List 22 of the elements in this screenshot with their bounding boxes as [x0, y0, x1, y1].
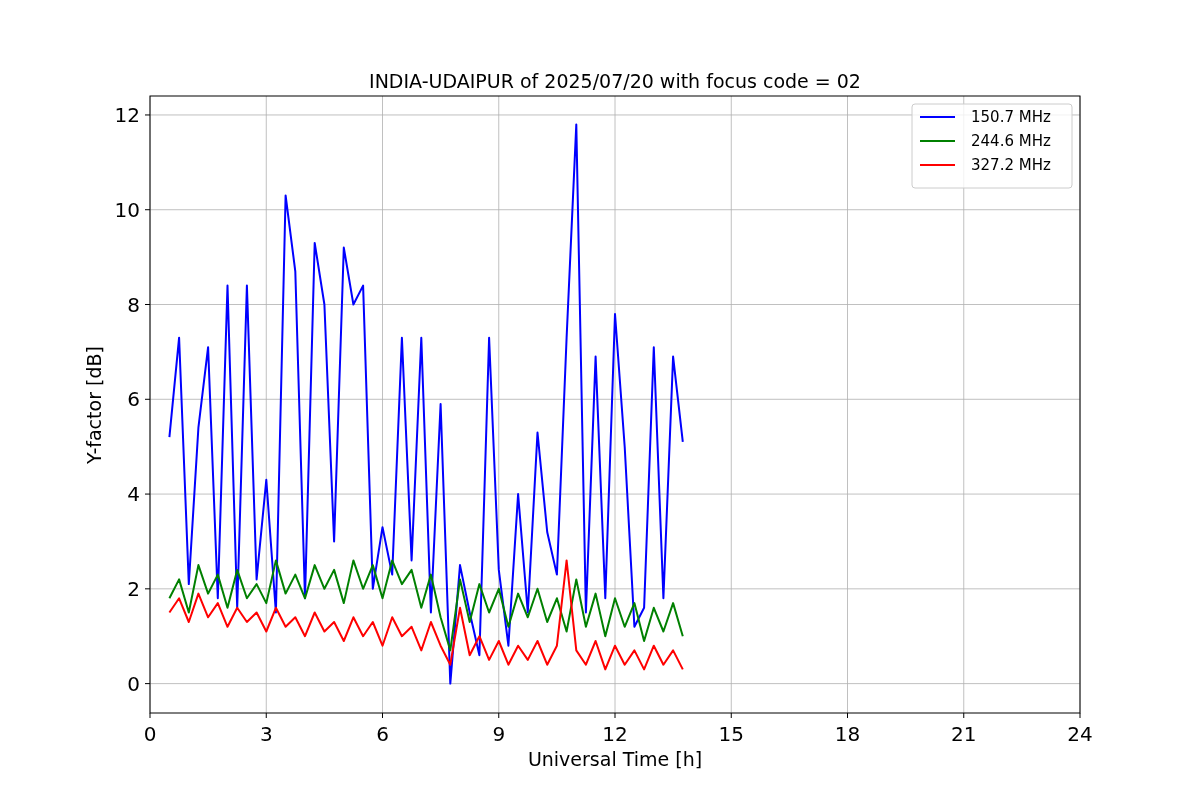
tick-label: 12 — [602, 722, 628, 746]
legend-label: 150.7 MHz — [971, 108, 1051, 126]
tick-label: 3 — [259, 722, 273, 746]
tick-label: 12 — [114, 102, 140, 127]
tick-label: 8 — [127, 292, 140, 317]
legend-label: 244.6 MHz — [971, 132, 1051, 150]
tick-label: 2 — [127, 576, 140, 601]
tick-label: 24 — [1067, 722, 1093, 746]
chart-title: INDIA-UDAIPUR of 2025/07/20 with focus code = 02 — [369, 70, 861, 92]
tick-label: 0 — [127, 671, 140, 696]
tick-label: 6 — [127, 387, 140, 412]
tick-label: 18 — [834, 722, 861, 746]
x-axis-label: Universal Time [h] — [527, 748, 703, 770]
tick-label: 4 — [127, 482, 140, 507]
legend-label: 327.2 MHz — [971, 156, 1051, 174]
y-axis-label: Y-factor [dB] — [83, 346, 105, 464]
tick-label: 6 — [376, 722, 389, 746]
tick-label: 21 — [951, 722, 977, 746]
tick-label: 9 — [492, 722, 506, 746]
tick-label: 15 — [718, 722, 744, 746]
tick-label: 0 — [143, 722, 157, 746]
tick-label: 10 — [114, 197, 140, 222]
